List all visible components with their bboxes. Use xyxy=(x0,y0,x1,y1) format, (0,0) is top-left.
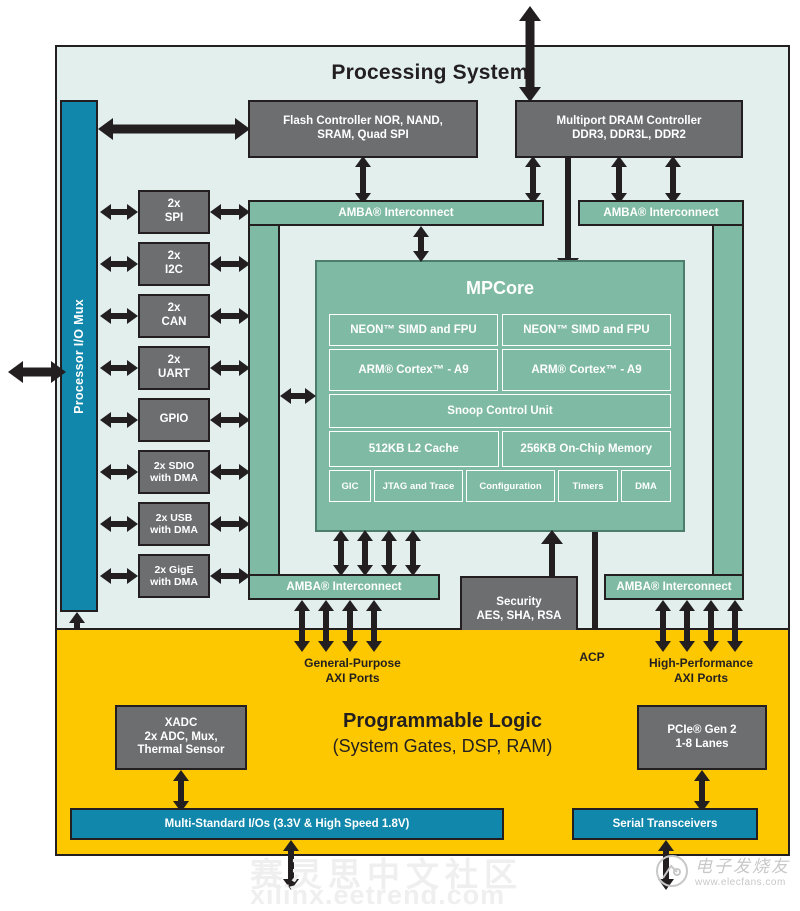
dram-port-arrow-1 xyxy=(522,156,544,204)
mpcore-neon-right: NEON™ SIMD and FPU xyxy=(502,314,671,346)
brand-logo-icon xyxy=(656,855,688,887)
dram-port-arrow-4 xyxy=(662,156,684,204)
mpcore-neon-left: NEON™ SIMD and FPU xyxy=(329,314,498,346)
mpcore-cell-dma: DMA xyxy=(621,470,671,502)
mpcore-on-chip-memory: 256KB On-Chip Memory xyxy=(501,431,671,467)
iomux-gpio-arrow xyxy=(100,408,138,432)
iomux-uart-arrow xyxy=(100,356,138,380)
flash-amba-arrow xyxy=(352,156,374,204)
sdio-amba-arrow xyxy=(210,460,250,484)
xadc-block: XADC 2x ADC, Mux, Thermal Sensor xyxy=(115,705,247,770)
hp-axi-arrow-1 xyxy=(652,600,674,652)
hp-axi-ports-label: High-Performance AXI Ports xyxy=(648,656,754,685)
amba-right-top-bar: AMBA® Interconnect xyxy=(578,200,744,226)
pcie-block: PCIe® Gen 2 1-8 Lanes xyxy=(637,705,767,770)
hp-axi-arrow-4 xyxy=(724,600,746,652)
peripheral-gige: 2x GigE with DMA xyxy=(138,554,210,598)
gp-axi-arrow-3 xyxy=(339,600,361,652)
gp-axi-arrow-2 xyxy=(315,600,337,652)
peripheral-spi: 2x SPI xyxy=(138,190,210,234)
pcie-transceiver-arrow xyxy=(691,770,713,812)
peripheral-sdio: 2x SDIO with DMA xyxy=(138,450,210,494)
mpcore-cell-timers: Timers xyxy=(558,470,618,502)
iomux-sdio-arrow xyxy=(100,460,138,484)
programmable-logic-subtitle: (System Gates, DSP, RAM) xyxy=(332,735,553,756)
dram-port-arrow-3 xyxy=(608,156,630,204)
iomux-usb-arrow xyxy=(100,512,138,536)
peripheral-uart: 2x UART xyxy=(138,346,210,390)
amba-left-top-bar: AMBA® Interconnect xyxy=(248,200,544,226)
amba-right-bottom-bar: AMBA® Interconnect xyxy=(604,574,744,600)
xadc-io-arrow xyxy=(170,770,192,812)
hp-axi-arrow-2 xyxy=(676,600,698,652)
processor-io-mux-label: Processor I/O Mux xyxy=(72,298,86,414)
i2c-amba-arrow xyxy=(210,252,250,276)
mpcore-gp-arrow-1 xyxy=(330,530,352,576)
hp-axi-arrow-3 xyxy=(700,600,722,652)
uart-amba-arrow xyxy=(210,356,250,380)
iomux-gige-arrow xyxy=(100,564,138,588)
flash-controller-block: Flash Controller NOR, NAND, SRAM, Quad S… xyxy=(248,100,478,158)
amba-left-top-label: AMBA® Interconnect xyxy=(338,207,454,219)
processor-io-mux: Processor I/O Mux xyxy=(60,100,98,612)
multi-standard-io-bar: Multi-Standard I/Os (3.3V & High Speed 1… xyxy=(70,808,504,840)
iomux-spi-arrow xyxy=(100,200,138,224)
amba-spine-mpcore-arrow xyxy=(280,384,316,408)
mpcore-cell-configuration: Configuration xyxy=(466,470,555,502)
gp-axi-ports-label: General-Purpose AXI Ports xyxy=(304,656,401,685)
spi-amba-arrow xyxy=(210,200,250,224)
mpcore-title: MPCore xyxy=(465,277,534,298)
watermark-site-url: xilinx.eetrend.com xyxy=(250,880,506,910)
gp-axi-arrow-4 xyxy=(363,600,385,652)
programmable-logic-title: Programmable Logic xyxy=(343,709,542,732)
amba-right-top-label: AMBA® Interconnect xyxy=(603,207,719,219)
iomux-flash-arrow xyxy=(98,117,250,141)
mpcore-block: MPCore NEON™ SIMD and FPU NEON™ SIMD and… xyxy=(315,260,685,532)
mpcore-snoop-control-unit: Snoop Control Unit xyxy=(329,394,671,428)
gige-amba-arrow xyxy=(210,564,250,588)
amba-left-spine xyxy=(248,200,280,600)
mpcore-l2-cache: 512KB L2 Cache xyxy=(329,431,499,467)
iomux-i2c-arrow xyxy=(100,252,138,276)
mpcore-cpu-right: ARM® Cortex™ - A9 xyxy=(502,349,671,391)
acp-shaft xyxy=(592,532,598,642)
peripheral-i2c: 2x I2C xyxy=(138,242,210,286)
amba-left-bottom-bar: AMBA® Interconnect xyxy=(248,574,440,600)
can-amba-arrow xyxy=(210,304,250,328)
peripheral-usb: 2x USB with DMA xyxy=(138,502,210,546)
peripheral-can: 2x CAN xyxy=(138,294,210,338)
external-io-arrow xyxy=(8,360,66,384)
mpcore-gp-arrow-2 xyxy=(354,530,376,576)
mpcore-cell-jtag: JTAG and Trace xyxy=(374,470,463,502)
serial-transceivers-bar: Serial Transceivers xyxy=(572,808,758,840)
amba-left-bottom-label: AMBA® Interconnect xyxy=(286,581,402,593)
amba-right-bottom-label: AMBA® Interconnect xyxy=(616,581,732,593)
external-ddr-arrow xyxy=(518,6,542,102)
peripheral-gpio: GPIO xyxy=(138,398,210,442)
amba-top-mpcore-arrow xyxy=(410,226,432,262)
processing-system-title: Processing System xyxy=(331,61,529,84)
mpcore-hp-arrowhead xyxy=(541,530,563,544)
dram-controller-block: Multiport DRAM Controller DDR3, DDR3L, D… xyxy=(515,100,743,158)
dram-mpcore-shaft xyxy=(565,156,571,266)
zynq-block-diagram: Processing System Processor I/O Mux EMIO… xyxy=(0,0,800,910)
gp-axi-arrow-1 xyxy=(291,600,313,652)
gpio-amba-arrow xyxy=(210,408,250,432)
mpcore-gp-arrow-3 xyxy=(378,530,400,576)
watermark-brand: 电子发烧友 www.elecfans.com xyxy=(655,852,790,888)
usb-amba-arrow xyxy=(210,512,250,536)
mpcore-cpu-left: ARM® Cortex™ - A9 xyxy=(329,349,498,391)
mpcore-gp-arrow-4 xyxy=(402,530,424,576)
amba-right-spine xyxy=(712,200,744,600)
iomux-can-arrow xyxy=(100,304,138,328)
mpcore-cell-gic: GIC xyxy=(329,470,371,502)
